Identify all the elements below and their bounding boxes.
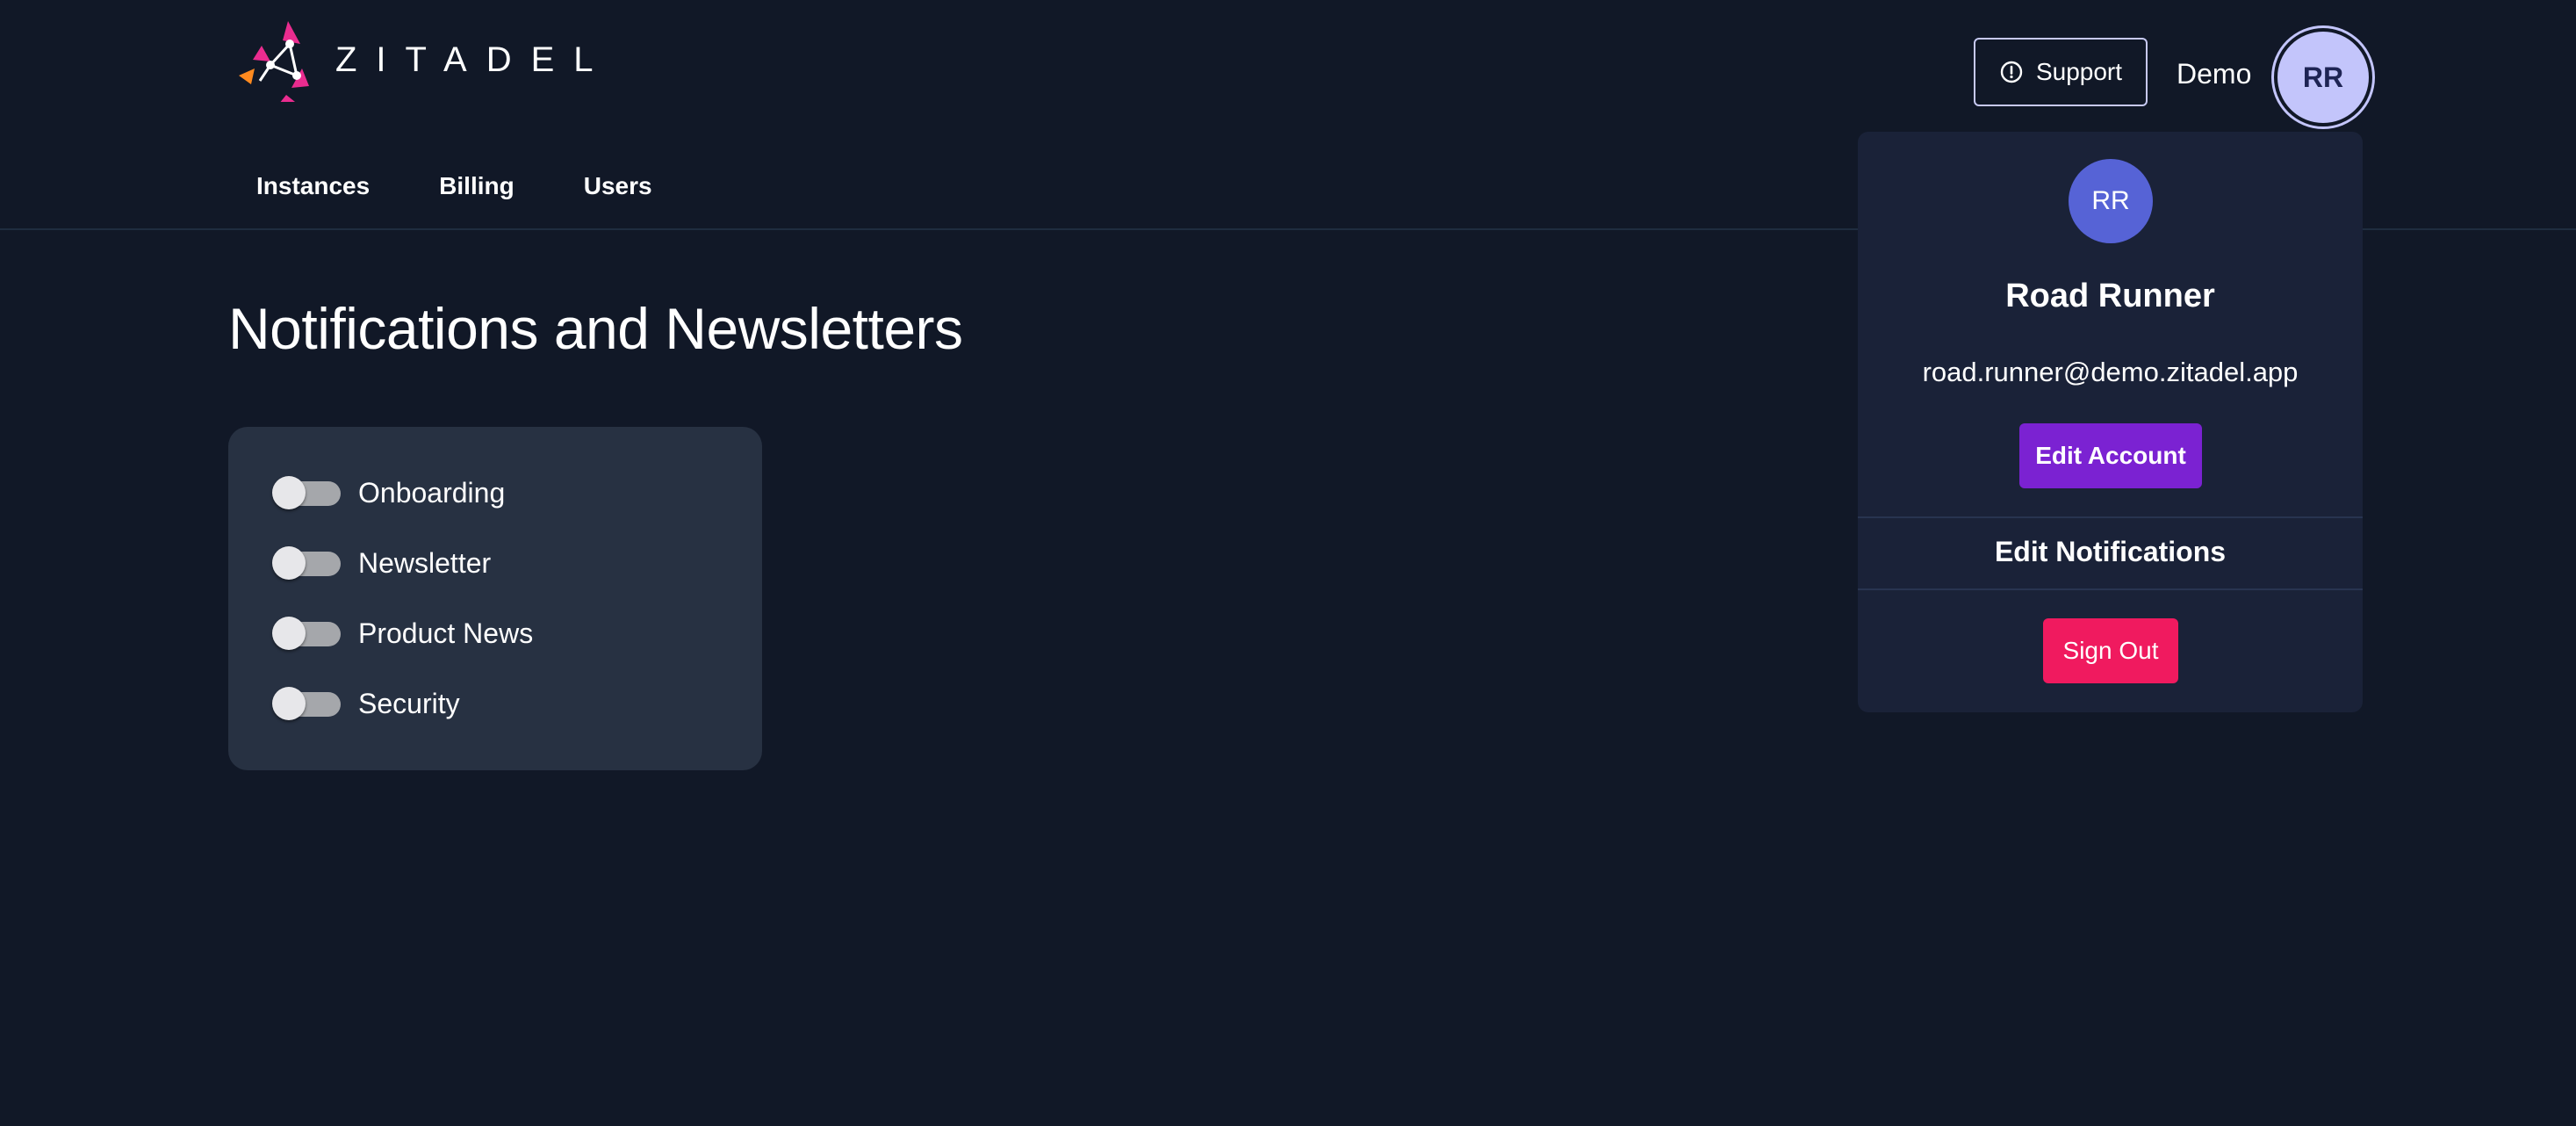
- avatar-initials: RR: [2302, 61, 2344, 93]
- toggle-security[interactable]: Security: [272, 687, 460, 720]
- toggle-product-news[interactable]: Product News: [272, 617, 533, 650]
- onboarding-switch[interactable]: [272, 476, 342, 509]
- toggle-newsletter[interactable]: Newsletter: [272, 546, 491, 580]
- account-menu-avatar: RR: [2069, 159, 2153, 243]
- menu-divider: [1858, 588, 2363, 590]
- sign-out-button[interactable]: Sign Out: [2043, 618, 2178, 683]
- logo-text: ZITADEL: [335, 40, 613, 79]
- nav-item-billing[interactable]: Billing: [439, 172, 514, 200]
- main-nav: Instances Billing Users: [256, 172, 652, 200]
- edit-notifications-link[interactable]: Edit Notifications: [1858, 536, 2363, 568]
- support-button[interactable]: Support: [1974, 38, 2148, 106]
- zitadel-logo-icon: [239, 21, 309, 102]
- account-menu: RR Road Runner road.runner@demo.zitadel.…: [1858, 132, 2363, 712]
- zitadel-logo[interactable]: ZITADEL: [235, 18, 613, 102]
- switch-thumb: [272, 687, 306, 720]
- alert-circle-icon: [2000, 61, 2023, 83]
- switch-thumb: [272, 617, 306, 650]
- newsletter-switch[interactable]: [272, 546, 342, 580]
- menu-divider: [1858, 516, 2363, 518]
- toggle-onboarding[interactable]: Onboarding: [272, 476, 505, 509]
- page: ZITADEL Support Demo RR Instances Billin…: [0, 0, 2576, 1126]
- account-avatar-button[interactable]: RR: [2274, 28, 2372, 126]
- page-title: Notifications and Newsletters: [228, 296, 963, 361]
- account-menu-avatar-initials: RR: [2091, 186, 2130, 215]
- account-name: Road Runner: [2005, 278, 2215, 314]
- notifications-card: Onboarding Newsletter Product News Secur…: [228, 427, 762, 770]
- account-email: road.runner@demo.zitadel.app: [1922, 357, 2299, 387]
- nav-item-instances[interactable]: Instances: [256, 172, 370, 200]
- toggle-label: Product News: [358, 617, 534, 649]
- switch-thumb: [272, 546, 306, 580]
- security-switch[interactable]: [272, 687, 342, 720]
- edit-account-button[interactable]: Edit Account: [2019, 423, 2202, 488]
- support-label: Support: [2035, 58, 2123, 85]
- product-news-switch[interactable]: [272, 617, 342, 650]
- switch-thumb: [272, 476, 306, 509]
- toggle-label: Newsletter: [358, 546, 492, 579]
- nav-item-users[interactable]: Users: [584, 172, 652, 200]
- org-name[interactable]: Demo: [2177, 58, 2251, 90]
- toggle-label: Onboarding: [358, 476, 506, 509]
- toggle-label: Security: [358, 687, 460, 719]
